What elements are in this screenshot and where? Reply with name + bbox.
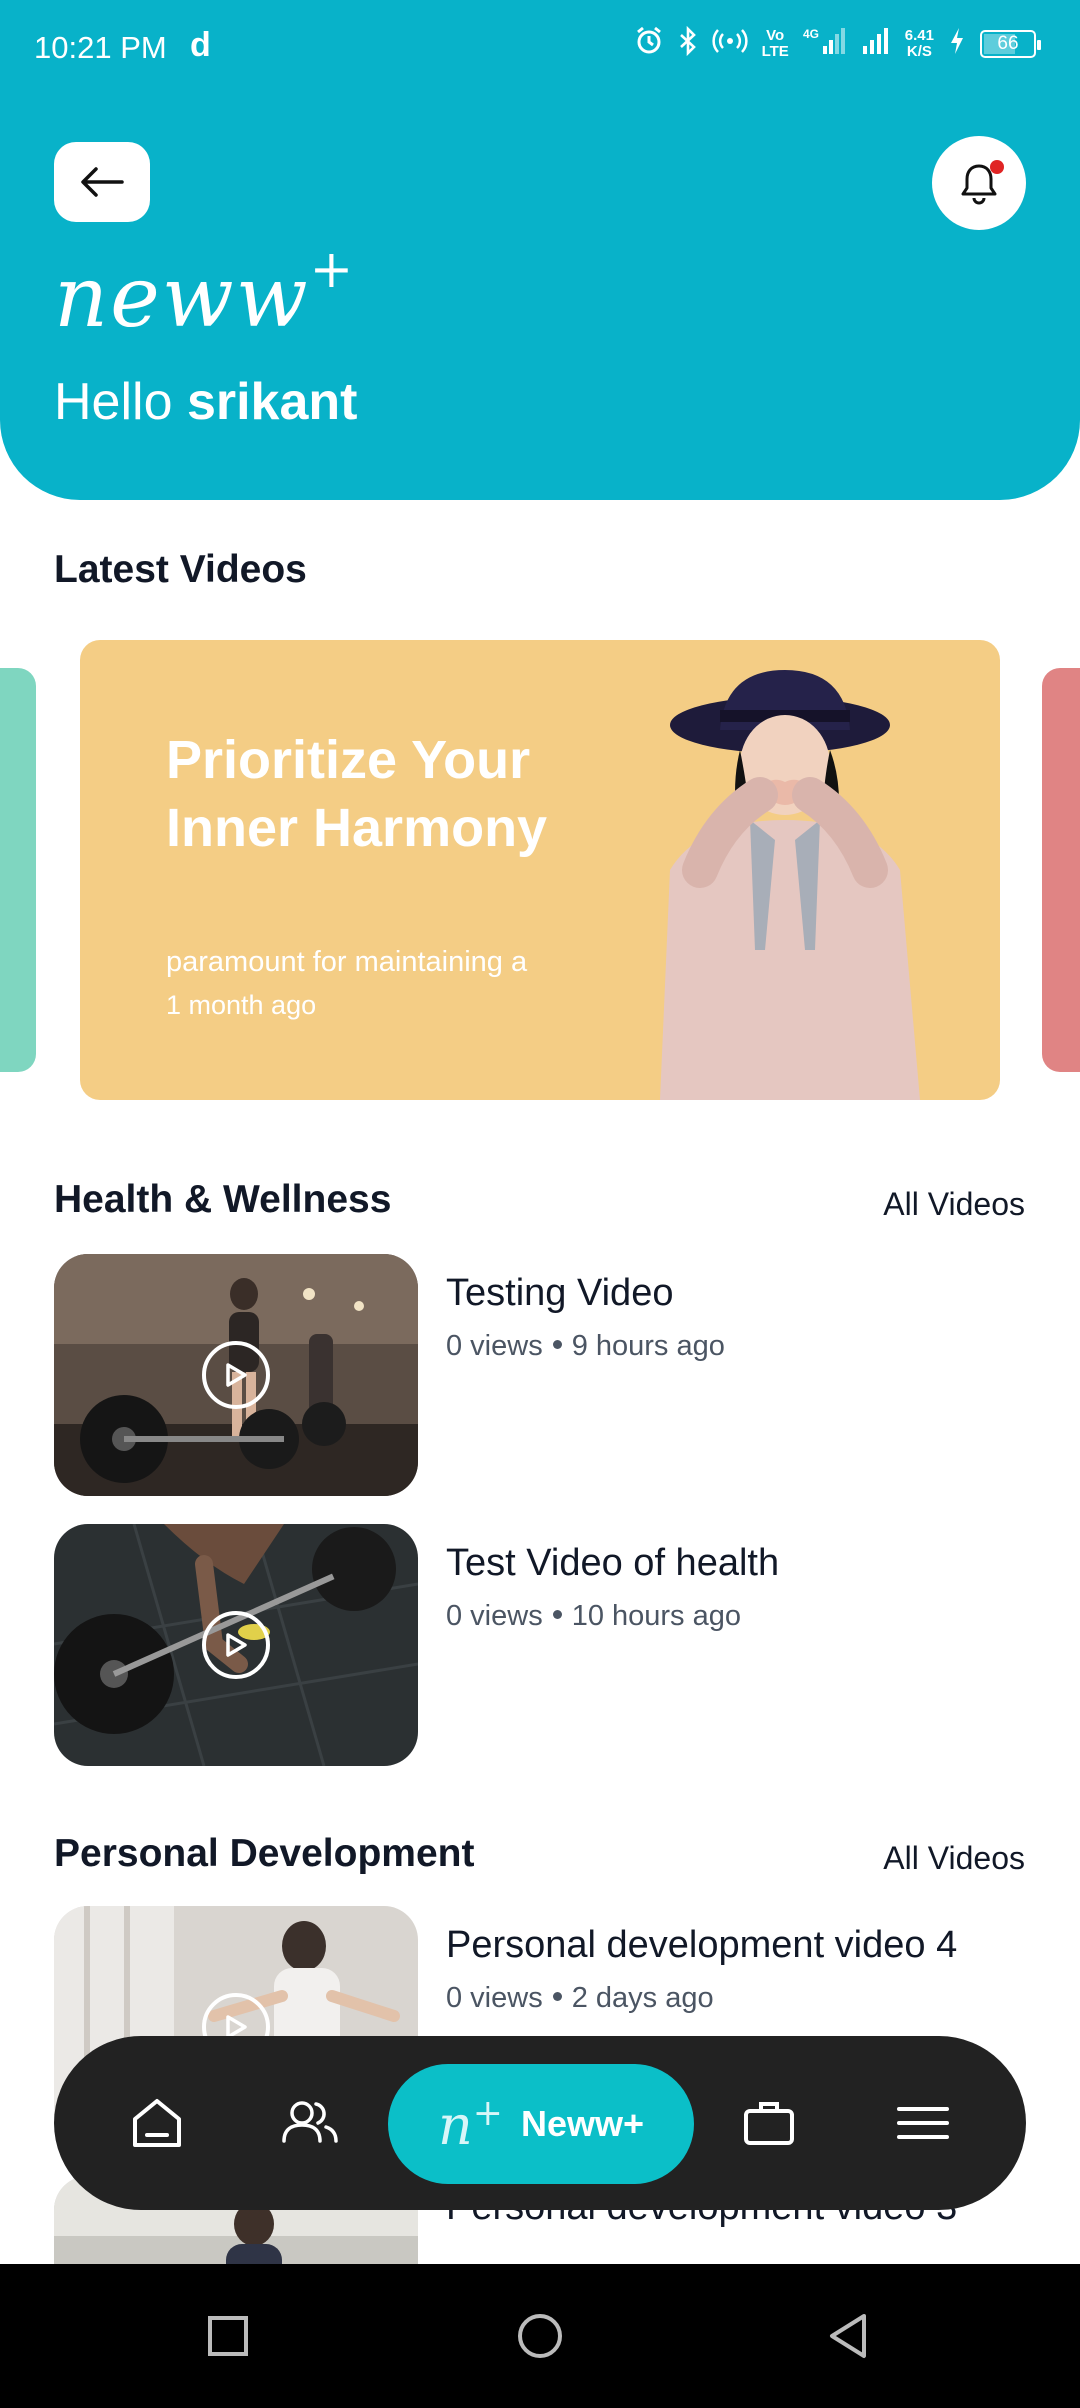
status-time: 10:21 PM (34, 30, 167, 65)
health-section-title: Health & Wellness (54, 1178, 392, 1221)
status-bar: 10:21 PM d Vo LTE 4G 6.41 K/S 66 (0, 0, 1080, 96)
nav-neww-plus[interactable]: n+ Neww+ (388, 2064, 694, 2184)
header: 10:21 PM d Vo LTE 4G 6.41 K/S 66 neww+ H… (0, 0, 1080, 500)
video-thumbnail[interactable] (54, 1254, 418, 1496)
battery-icon: 66 (980, 29, 1041, 58)
arrow-left-icon (81, 167, 124, 197)
carousel-prev-card[interactable] (0, 668, 36, 1072)
signal-icon (861, 26, 891, 61)
nav-home[interactable] (117, 2083, 197, 2163)
notifications-button[interactable] (932, 136, 1026, 230)
notification-dot (990, 160, 1004, 174)
nav-jobs[interactable] (729, 2083, 809, 2163)
nav-menu[interactable] (883, 2083, 963, 2163)
user-name: srikant (186, 373, 358, 431)
status-icons: Vo LTE 4G 6.41 K/S 66 (634, 25, 1041, 61)
health-all-videos-link[interactable]: All Videos (883, 1186, 1025, 1223)
back-button[interactable] (54, 142, 150, 222)
play-icon (202, 1611, 270, 1679)
people-icon (282, 2101, 338, 2143)
personal-all-videos-link[interactable]: All Videos (883, 1840, 1025, 1877)
bottom-navigation: n+ Neww+ (54, 2036, 1026, 2210)
greeting: Hello srikant (54, 373, 358, 431)
home-button[interactable] (508, 2304, 572, 2368)
video-meta: 0 views 2 days ago (446, 1982, 714, 2014)
featured-video-description: paramount for maintaining a (166, 946, 528, 978)
app-notification-icon: d (190, 26, 211, 64)
battery-level: 66 (997, 32, 1019, 54)
featured-video-time: 1 month ago (166, 990, 317, 1020)
back-system-button[interactable] (816, 2304, 880, 2368)
menu-icon (897, 2107, 949, 2139)
play-icon (202, 1341, 270, 1409)
network-speed: 6.41 K/S (904, 26, 934, 60)
hotspot-icon (711, 26, 748, 61)
circle-icon (518, 2314, 562, 2358)
neww-logo-icon: n+ (438, 2092, 503, 2157)
featured-video-title: Prioritize Your Inner Harmony (166, 730, 548, 858)
nav-community[interactable] (270, 2083, 350, 2163)
latest-videos-title: Latest Videos (54, 548, 307, 591)
app-logo: neww+ (54, 240, 356, 346)
recents-button[interactable] (196, 2304, 260, 2368)
square-icon (208, 2316, 248, 2356)
home-icon (133, 2099, 181, 2147)
video-title: Testing Video (446, 1272, 674, 1314)
alarm-icon (634, 26, 664, 61)
video-title: Personal development video 4 (446, 1924, 958, 1966)
svg-text:4G: 4G (803, 27, 819, 41)
bluetooth-icon (678, 25, 698, 61)
nav-neww-plus-label: Neww+ (520, 2103, 644, 2144)
personal-section-title: Personal Development (54, 1832, 475, 1875)
woman-illustration (660, 670, 920, 1100)
signal-4g-icon: 4G (803, 26, 847, 61)
video-list-item[interactable]: Test Video of health 0 views 10 hours ago (54, 1524, 1034, 1766)
featured-video-card[interactable]: Prioritize Your Inner Harmony paramount … (80, 640, 1000, 1100)
volte-label: Vo LTE (761, 26, 789, 60)
briefcase-icon (744, 2102, 794, 2145)
charging-icon (948, 26, 966, 61)
video-thumbnail[interactable] (54, 1524, 418, 1766)
video-list-item[interactable]: Testing Video 0 views 9 hours ago (54, 1254, 1034, 1496)
triangle-back-icon (830, 2314, 866, 2358)
video-meta: 0 views 10 hours ago (446, 1600, 742, 1632)
video-title: Test Video of health (446, 1542, 780, 1584)
video-meta: 0 views 9 hours ago (446, 1330, 725, 1362)
carousel-next-card[interactable] (1042, 668, 1080, 1072)
system-navigation-bar (0, 2264, 1080, 2408)
